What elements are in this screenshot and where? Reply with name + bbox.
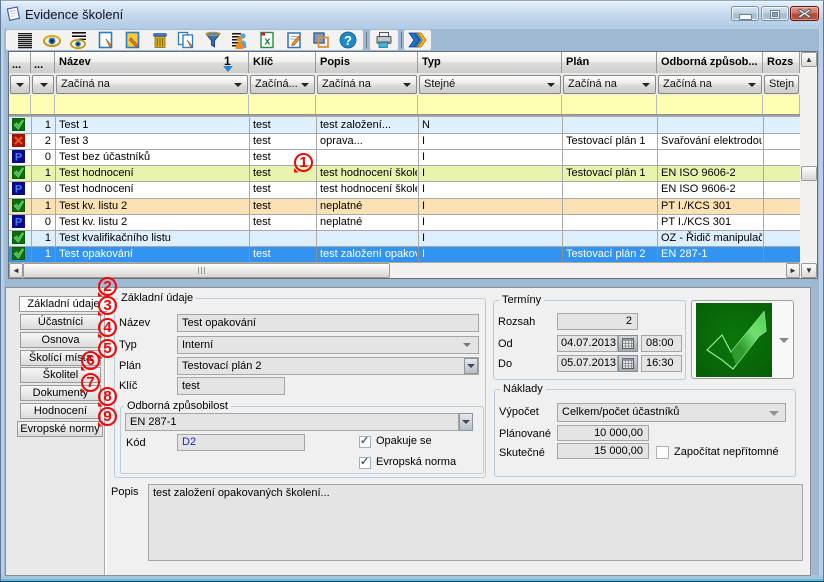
svg-text:P: P	[15, 152, 22, 163]
svg-text:P: P	[15, 217, 22, 228]
svg-text:P: P	[15, 184, 22, 195]
svg-text:x: x	[264, 36, 271, 48]
svg-text:?: ?	[344, 33, 352, 48]
